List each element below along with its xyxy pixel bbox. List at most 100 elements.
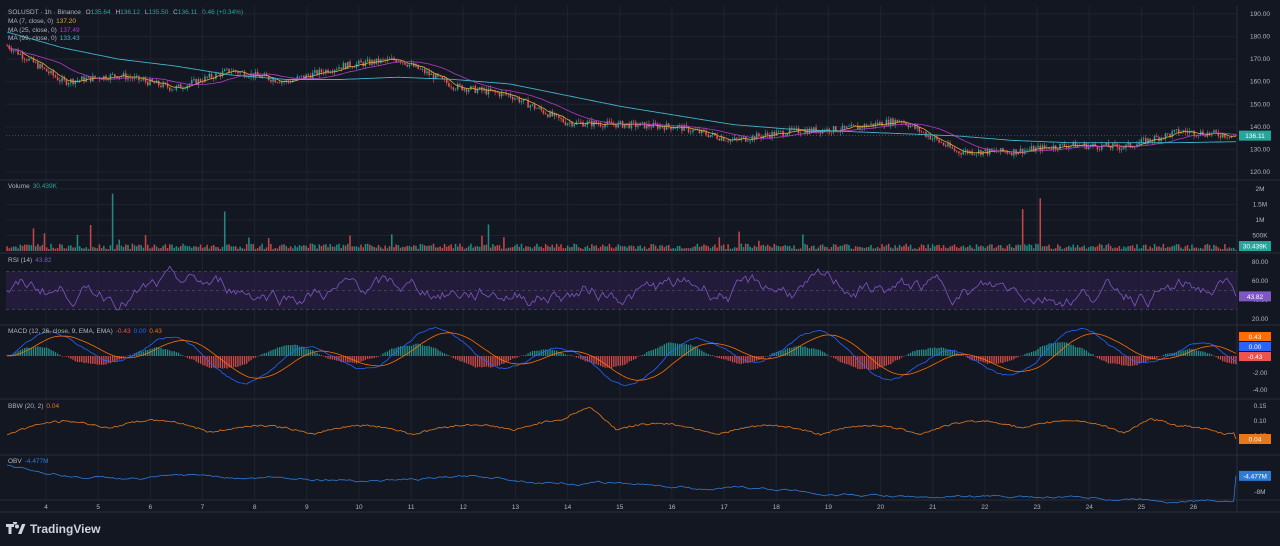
candle-body bbox=[366, 59, 369, 62]
volume-bar bbox=[639, 245, 641, 251]
macd-histogram-bar bbox=[1079, 347, 1081, 356]
volume-bar bbox=[441, 248, 444, 251]
ma7-legend[interactable]: MA (7, close, 0) 137.20 bbox=[8, 18, 79, 25]
volume-bar bbox=[1219, 248, 1222, 251]
open-value: 135.64 bbox=[90, 9, 111, 16]
volume-bar bbox=[327, 247, 329, 251]
volume-bar bbox=[667, 245, 670, 251]
volume-bar bbox=[582, 249, 584, 251]
volume-bar bbox=[707, 246, 710, 251]
macd-legend[interactable]: MACD (12, 26, close, 9, EMA, EMA) -0.43 0.… bbox=[8, 328, 165, 335]
volume-bar bbox=[1166, 246, 1169, 251]
volume-bar bbox=[951, 245, 954, 251]
candle-body bbox=[28, 58, 30, 61]
chart-canvas[interactable]: 4 5 6 7 8 9 10 11 12 13 14 15 16 17 18 19 20 21 22 23 24 25 26… bbox=[0, 0, 1280, 546]
candle-body bbox=[111, 74, 114, 75]
volume-bar bbox=[307, 247, 310, 251]
volume-legend[interactable]: Volume 30.439K bbox=[8, 183, 60, 190]
volume-bar bbox=[1105, 245, 1107, 251]
macd-histogram-bar bbox=[630, 356, 633, 361]
volume-bar bbox=[476, 246, 479, 251]
macd-histogram-bar bbox=[518, 356, 520, 357]
macd-histogram-bar bbox=[1195, 350, 1197, 356]
macd-histogram-bar bbox=[386, 351, 389, 356]
macd-histogram-bar bbox=[509, 356, 512, 361]
macd-histogram-bar bbox=[144, 349, 147, 356]
macd-histogram-bar bbox=[1123, 356, 1125, 366]
macd-histogram-bar bbox=[188, 356, 191, 359]
macd-histogram-bar bbox=[1202, 351, 1204, 356]
candle-body bbox=[347, 61, 349, 69]
candle-body bbox=[624, 124, 626, 128]
volume-bar bbox=[870, 244, 872, 251]
candle-body bbox=[692, 129, 694, 132]
candle-body bbox=[722, 137, 725, 141]
candle-body bbox=[1120, 148, 1123, 150]
volume-bar bbox=[793, 245, 795, 251]
candle-body bbox=[307, 74, 310, 76]
volume-bar bbox=[1004, 248, 1006, 251]
volume-bar bbox=[245, 244, 248, 251]
volume-bar bbox=[48, 249, 50, 251]
macd-histogram-bar bbox=[153, 347, 156, 356]
macd-histogram-bar bbox=[105, 356, 107, 365]
volume-bar bbox=[522, 248, 525, 251]
volume-bar bbox=[830, 247, 833, 251]
macd-tag-bot: -0.43 bbox=[1248, 354, 1263, 361]
volume-bar bbox=[907, 246, 910, 251]
candle-body bbox=[1219, 135, 1222, 138]
ma25-legend[interactable]: MA (25, close, 0) 137.49 bbox=[8, 27, 83, 34]
macd-histogram-bar bbox=[898, 356, 901, 360]
volume-bar bbox=[1083, 245, 1085, 251]
volume-bar bbox=[17, 248, 19, 251]
macd-histogram-bar bbox=[542, 349, 545, 356]
obv-legend[interactable]: OBV -4.477M bbox=[8, 458, 52, 465]
macd-histogram-bar bbox=[613, 356, 615, 367]
candle-body bbox=[395, 59, 397, 62]
volume-bar bbox=[1043, 246, 1046, 251]
macd-histogram-bar bbox=[676, 343, 679, 356]
candle-body bbox=[459, 83, 461, 86]
volume-bar bbox=[1127, 246, 1129, 251]
macd-histogram-bar bbox=[1022, 355, 1024, 357]
volume-bar bbox=[259, 246, 261, 251]
macd-histogram-bar bbox=[1200, 351, 1202, 356]
macd-histogram-bar bbox=[839, 356, 841, 363]
volume-bar bbox=[32, 228, 35, 251]
macd-histogram-bar bbox=[1096, 356, 1099, 359]
volume-bar bbox=[395, 244, 397, 251]
volume-bar bbox=[1030, 244, 1033, 251]
volume-bar bbox=[1035, 243, 1037, 251]
macd-histogram-bar bbox=[307, 349, 309, 356]
candle-body bbox=[551, 111, 554, 117]
macd-histogram-bar bbox=[1011, 356, 1013, 361]
volume-bar bbox=[454, 243, 457, 251]
volume-bar bbox=[694, 246, 696, 251]
volume-bar bbox=[1024, 244, 1026, 251]
macd-histogram-bar bbox=[371, 356, 373, 359]
candle-body bbox=[1101, 144, 1103, 150]
bbw-legend[interactable]: BBW (20, 2) 0.04 bbox=[8, 403, 62, 410]
macd-histogram-bar bbox=[635, 356, 637, 360]
volume-bar bbox=[942, 245, 945, 251]
volume-bar bbox=[602, 244, 604, 251]
macd-histogram-bar bbox=[89, 356, 92, 364]
volume-bar bbox=[674, 248, 677, 251]
tradingview-logo[interactable]: TradingView bbox=[6, 520, 100, 536]
candle-body bbox=[973, 154, 976, 155]
symbol-label[interactable]: SOLUSDT · 1h · Binance bbox=[8, 9, 81, 16]
macd-histogram-bar bbox=[571, 355, 573, 356]
date-tick-label: 6 bbox=[149, 504, 153, 511]
macd-histogram-bar bbox=[362, 356, 364, 361]
ma99-legend[interactable]: MA (99, close, 0) 133.43 bbox=[8, 35, 83, 42]
volume-bar bbox=[652, 244, 655, 251]
symbol-header[interactable]: SOLUSDT · 1h · Binance O135.64 H136.12 L… bbox=[8, 9, 246, 16]
volume-bar bbox=[722, 244, 725, 251]
macd-histogram-bar bbox=[1138, 356, 1140, 364]
macd-histogram-bar bbox=[254, 356, 257, 358]
volume-bar bbox=[45, 247, 48, 251]
candle-body bbox=[358, 60, 360, 64]
macd-histogram-bar bbox=[274, 349, 276, 356]
volume-value: 30.439K bbox=[32, 183, 57, 190]
rsi-legend[interactable]: RSI (14) 43.82 bbox=[8, 257, 54, 264]
